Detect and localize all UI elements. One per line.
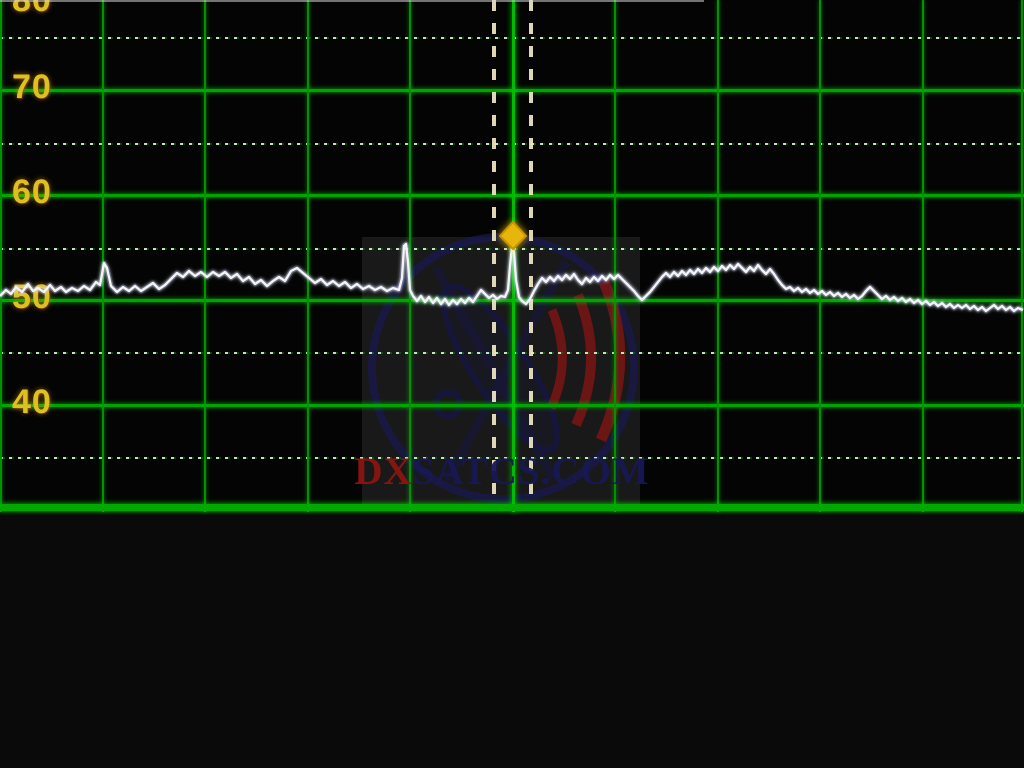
spectrum-plot: 8070605040 DXSATCS.COM bbox=[0, 0, 1024, 516]
meter-screen: 8070605040 DXSATCS.COM Pwr 63.0 dBµV 168… bbox=[0, 0, 1024, 768]
marker-diamond-icon bbox=[500, 222, 526, 249]
spectrum-trace bbox=[0, 0, 1024, 516]
readout-panel: Pwr 63.0 dBµV 1681.30 MHz. C/N 2.8 dB Pw… bbox=[0, 516, 1024, 768]
